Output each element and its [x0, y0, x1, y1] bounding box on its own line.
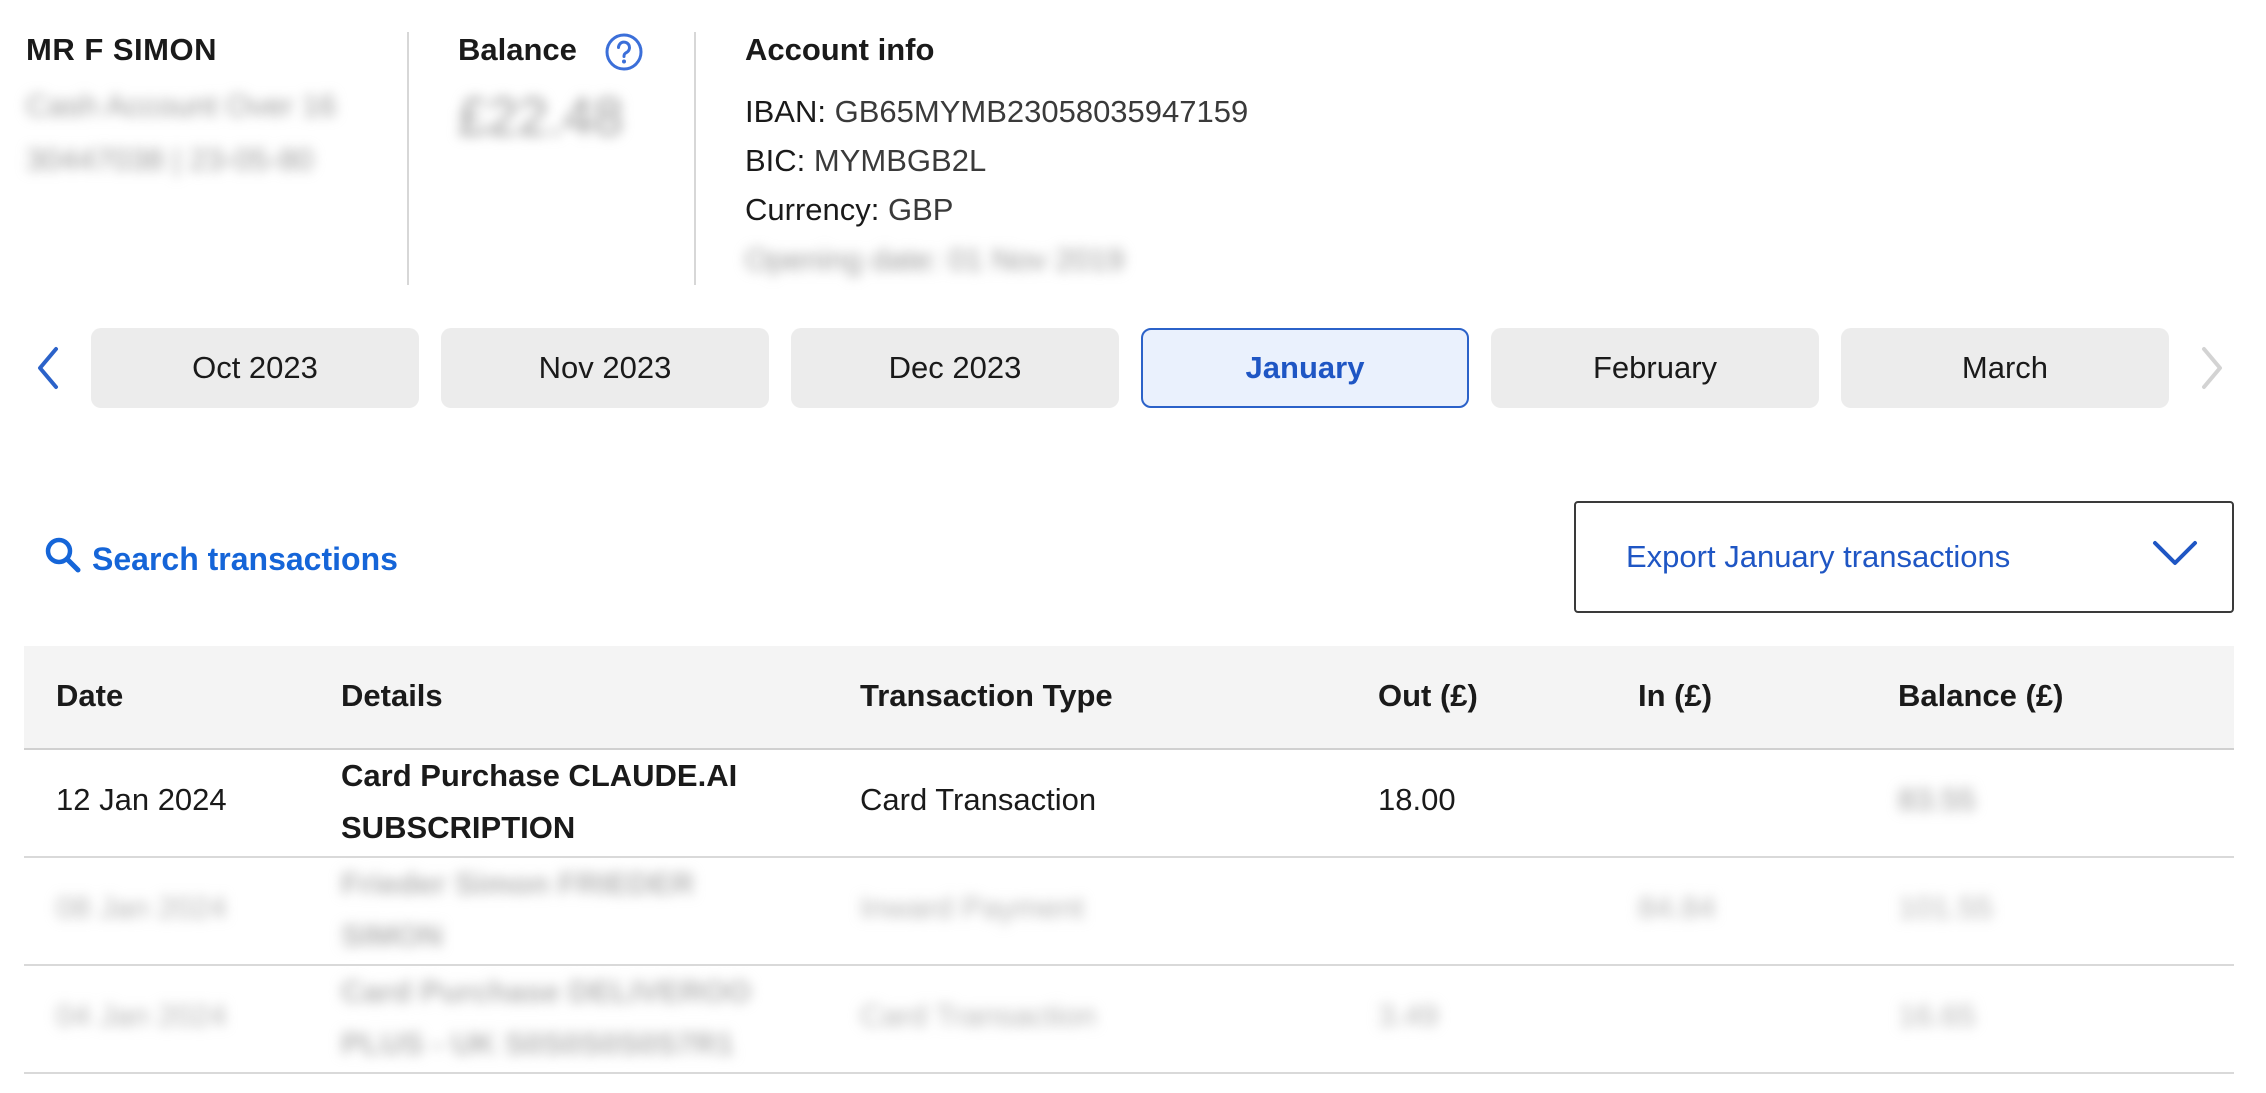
tab-oct-2023[interactable]: Oct 2023 — [91, 328, 419, 408]
tab-dec-2023[interactable]: Dec 2023 — [791, 328, 1119, 408]
account-info-title: Account info — [745, 32, 935, 67]
export-transactions-dropdown[interactable]: Export January transactions — [1574, 501, 2234, 613]
row-date: 12 Jan 2024 — [56, 782, 227, 817]
table-row[interactable]: 08 Jan 2024 Frieder Simon FRIEDER SIMON … — [24, 858, 2234, 966]
header-details: Details — [341, 678, 443, 713]
row-details: Frieder Simon FRIEDER SIMON — [341, 858, 781, 962]
header-balance: Balance (£) — [1898, 678, 2064, 713]
tab-january[interactable]: January — [1141, 328, 1469, 408]
iban-label: IBAN: — [745, 94, 826, 129]
account-holder-name: MR F SIMON — [26, 32, 217, 67]
row-details: Card Purchase CLAUDE.AI SUBSCRIPTION — [341, 750, 781, 854]
row-details-line: SUBSCRIPTION — [341, 810, 576, 845]
row-balance: 83.55 — [1898, 782, 1976, 817]
row-date: 08 Jan 2024 — [56, 890, 227, 925]
table-row[interactable]: 12 Jan 2024 Card Purchase CLAUDE.AI SUBS… — [24, 750, 2234, 858]
header-transaction-type: Transaction Type — [860, 678, 1113, 713]
header-divider — [407, 32, 409, 285]
row-type: Inward Payment — [860, 890, 1084, 925]
question-circle-icon[interactable] — [604, 32, 644, 72]
currency-value: GBP — [888, 192, 954, 227]
row-type: Card Transaction — [860, 998, 1097, 1033]
row-out: 3.49 — [1378, 998, 1439, 1033]
row-details-line: Card Purchase DELIVEROO — [341, 974, 752, 1009]
bic-row: BIC: MYMBGB2L — [745, 143, 986, 179]
transactions-table: Date Details Transaction Type Out (£) In… — [24, 646, 2234, 1074]
month-tabs: Oct 2023 Nov 2023 Dec 2023 January Febru… — [0, 328, 2266, 410]
search-transactions-link[interactable]: Search transactions — [44, 536, 398, 582]
chevron-down-icon — [2152, 539, 2198, 575]
export-label: Export January transactions — [1626, 539, 2011, 574]
tab-february[interactable]: February — [1491, 328, 1819, 408]
header-date: Date — [56, 678, 124, 713]
row-details: Card Purchase DELIVEROO PLUS - UK S0S0S0… — [341, 966, 781, 1070]
iban-row: IBAN: GB65MYMB23058035947159 — [745, 94, 1248, 130]
row-balance: 16.65 — [1898, 998, 1976, 1033]
bic-label: BIC: — [745, 143, 806, 178]
row-date: 04 Jan 2024 — [56, 998, 227, 1033]
currency-label: Currency: — [745, 192, 880, 227]
header-out: Out (£) — [1378, 678, 1478, 713]
iban-value: GB65MYMB23058035947159 — [834, 94, 1249, 129]
row-details-line: Frieder Simon FRIEDER — [341, 866, 695, 901]
account-number: 30447038 | 23-05-80 — [26, 142, 314, 177]
header-divider — [694, 32, 696, 285]
row-out: 18.00 — [1378, 782, 1456, 817]
search-icon — [44, 536, 82, 582]
account-header: MR F SIMON Cash Account Over 16 30447038… — [0, 0, 2266, 290]
balance-label: Balance — [458, 32, 577, 67]
header-in: In (£) — [1638, 678, 1713, 713]
balance-value: £22.48 — [458, 87, 624, 147]
row-balance: 101.55 — [1898, 890, 1993, 925]
currency-row: Currency: GBP — [745, 192, 953, 228]
row-details-line: SIMON — [341, 918, 443, 953]
opening-date-value: 01 Nov 2019 — [948, 242, 1125, 277]
row-type: Card Transaction — [860, 782, 1097, 817]
search-transactions-label: Search transactions — [92, 540, 398, 577]
chevron-right-icon[interactable] — [2190, 340, 2234, 396]
opening-date-row: Opening date: 01 Nov 2019 — [745, 242, 1124, 278]
row-details-line: Card Purchase CLAUDE.AI — [341, 758, 738, 793]
bic-value: MYMBGB2L — [813, 143, 987, 178]
table-row[interactable]: 04 Jan 2024 Card Purchase DELIVEROO PLUS… — [24, 966, 2234, 1074]
opening-date-label: Opening date: — [745, 242, 940, 277]
row-details-line: PLUS - UK S0S0S0S0S7R1 — [341, 1026, 734, 1061]
table-header: Date Details Transaction Type Out (£) In… — [24, 646, 2234, 750]
row-in: 84.84 — [1638, 890, 1716, 925]
chevron-left-icon[interactable] — [26, 340, 70, 396]
account-type: Cash Account Over 16 — [26, 88, 337, 123]
tab-nov-2023[interactable]: Nov 2023 — [441, 328, 769, 408]
tab-march[interactable]: March — [1841, 328, 2169, 408]
